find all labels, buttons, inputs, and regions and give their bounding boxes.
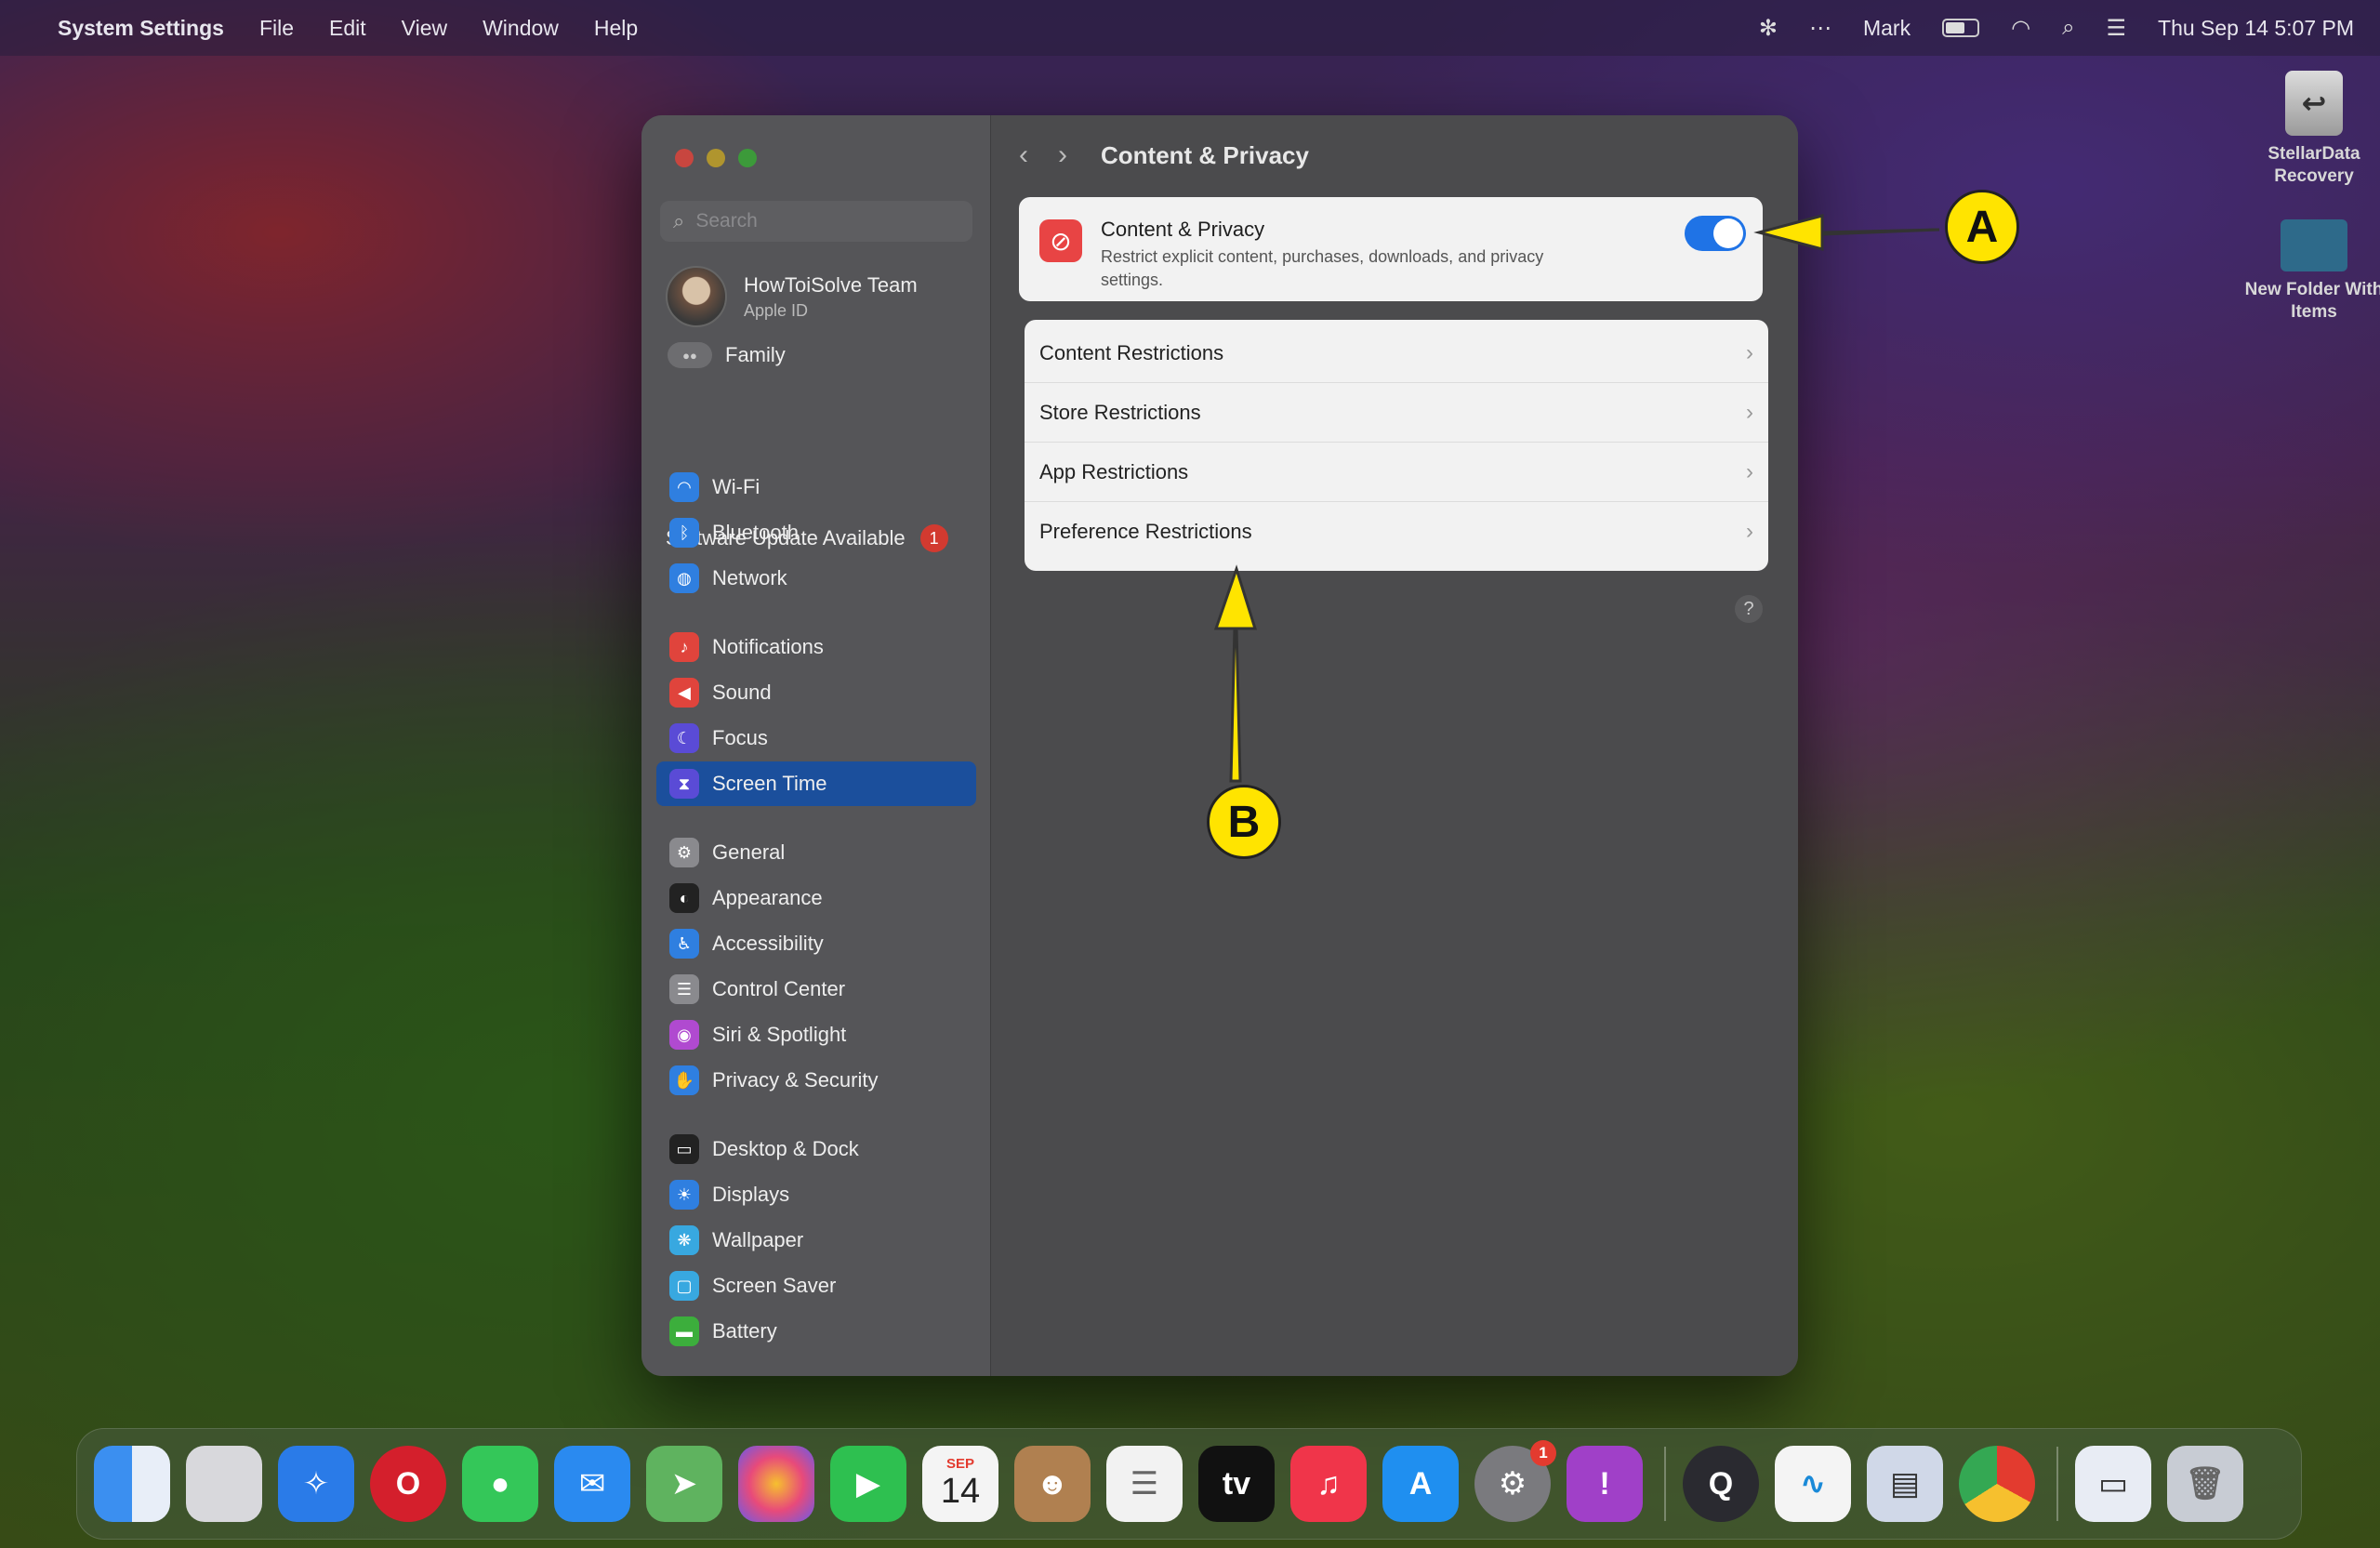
appstore-icon[interactable]: A: [1382, 1446, 1459, 1522]
quicktime-icon[interactable]: Q: [1683, 1446, 1759, 1522]
chrome-icon[interactable]: [1959, 1446, 2035, 1522]
finder-icon[interactable]: [94, 1446, 170, 1522]
annotation-arrows: [1213, 214, 1940, 783]
callout-a: A: [1945, 190, 2019, 264]
mail-icon[interactable]: ✉: [554, 1446, 630, 1522]
dock-separator: [1664, 1447, 1666, 1521]
messages-icon[interactable]: ●: [462, 1446, 538, 1522]
contacts-icon[interactable]: ☻: [1014, 1446, 1091, 1522]
maps-icon[interactable]: ➤: [646, 1446, 722, 1522]
callout-b: B: [1207, 785, 1281, 859]
appletv-icon[interactable]: tv: [1198, 1446, 1275, 1522]
preview-icon[interactable]: ▤: [1867, 1446, 1943, 1522]
safari-icon[interactable]: ✧: [278, 1446, 354, 1522]
feedback-icon[interactable]: !: [1567, 1446, 1643, 1522]
trash-icon[interactable]: 🗑: [2167, 1446, 2243, 1522]
settings-icon[interactable]: ⚙ 1: [1474, 1440, 1556, 1522]
launchpad-icon[interactable]: [186, 1446, 262, 1522]
freeform-icon[interactable]: ∿: [1775, 1446, 1851, 1522]
dock: ✧ O ● ✉ ➤ ▶ SEP 14 ☻ ☰ tv ♫ A ⚙ 1 ! Q ∿ …: [76, 1428, 2302, 1540]
settings-badge: 1: [1530, 1440, 1556, 1466]
screenshot-icon[interactable]: ▭: [2075, 1446, 2151, 1522]
calendar-day: 14: [940, 1472, 981, 1511]
arrow-a: [1753, 214, 1940, 251]
dock-separator: [2056, 1447, 2058, 1521]
facetime-icon[interactable]: ▶: [830, 1446, 906, 1522]
photos-icon[interactable]: [738, 1446, 814, 1522]
opera-icon[interactable]: O: [370, 1446, 446, 1522]
arrow-b: [1213, 564, 1258, 783]
reminders-icon[interactable]: ☰: [1106, 1446, 1183, 1522]
calendar-month: SEP: [945, 1456, 974, 1472]
music-icon[interactable]: ♫: [1290, 1446, 1367, 1522]
calendar-icon[interactable]: SEP 14: [922, 1446, 998, 1522]
